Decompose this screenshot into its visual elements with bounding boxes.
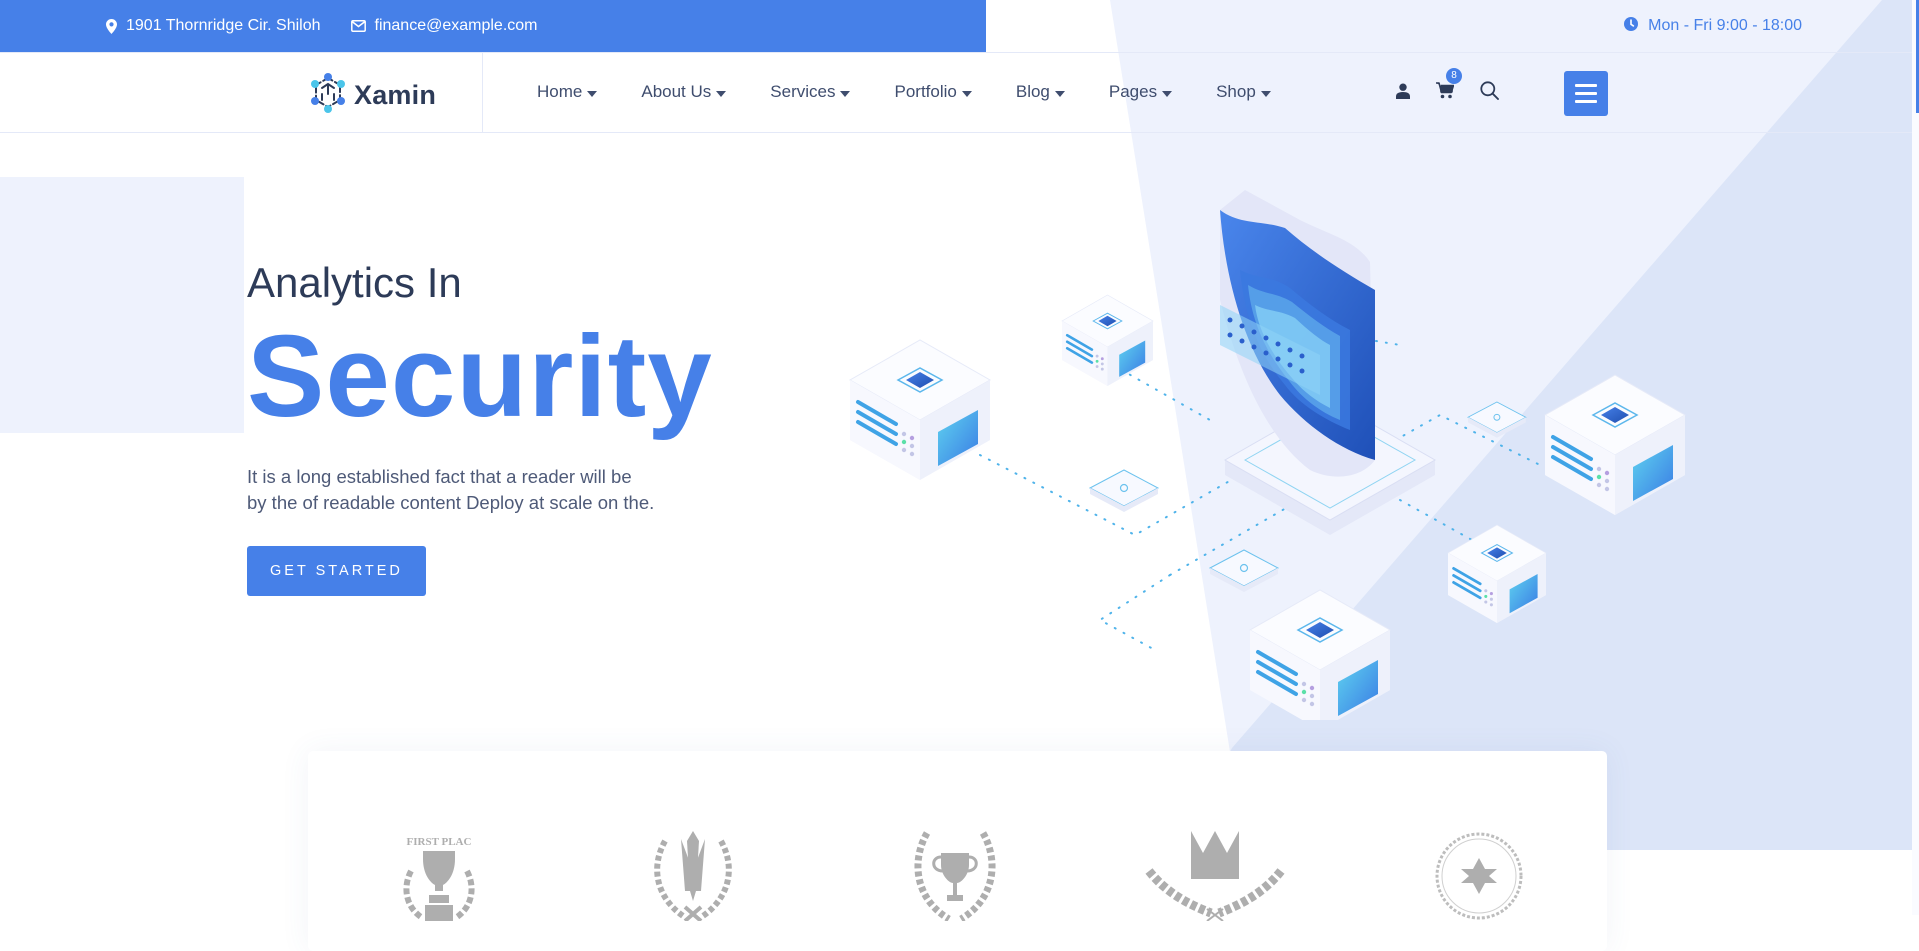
nav-item-label: Home: [537, 82, 583, 101]
caret-down-icon: [961, 90, 972, 97]
search-icon[interactable]: [1480, 81, 1499, 105]
hero-description-line: by the of readable content Deploy at sca…: [247, 492, 655, 513]
hamburger-line: [1575, 92, 1597, 95]
page-scrollbar-track[interactable]: [1912, 0, 1919, 915]
nav-item-portfolio[interactable]: Portfolio: [894, 82, 972, 102]
hamburger-line: [1575, 100, 1597, 103]
hero-left-accent-block: [0, 177, 244, 433]
main-menu: Home About Us Services Portfolio Blog Pa…: [537, 52, 1315, 132]
hexagon-network-logo-icon: [308, 72, 348, 119]
crown-laurel-award: [1145, 831, 1285, 926]
node-pad: [1209, 549, 1279, 593]
nav-item-about-us[interactable]: About Us: [641, 82, 727, 102]
first-place-trophy-award: FIRST PLAC: [393, 831, 485, 926]
cart-icon: [1436, 82, 1455, 103]
star-laurel-award: [643, 831, 743, 926]
map-marker-icon: [106, 18, 117, 34]
hamburger-menu-button[interactable]: [1564, 71, 1608, 116]
address-text: 1901 Thornridge Cir. Shiloh: [126, 17, 321, 34]
brand-name: Xamin: [354, 80, 437, 110]
envelope-icon: [350, 20, 366, 32]
caret-down-icon: [716, 90, 727, 97]
caret-down-icon: [1162, 90, 1173, 97]
nav-item-label: Portfolio: [894, 82, 957, 101]
caret-down-icon: [840, 90, 851, 97]
hero-description: It is a long established fact that a rea…: [247, 464, 747, 516]
trophy-laurel-award: [907, 831, 1003, 926]
clock-icon: [1624, 16, 1639, 36]
hero-section: Analytics In Security It is a long estab…: [247, 262, 747, 596]
nav-item-label: Blog: [1015, 82, 1050, 101]
nav-item-home[interactable]: Home: [537, 82, 598, 102]
cart-count-badge: 8: [1446, 68, 1462, 84]
get-started-button[interactable]: GET STARTED: [247, 546, 426, 596]
email-info[interactable]: finance@example.com: [350, 17, 538, 35]
server-large-bottom: [1248, 588, 1392, 720]
nav-item-pages[interactable]: Pages: [1108, 82, 1173, 102]
top-info-bar: 1901 Thornridge Cir. Shiloh finance@exam…: [0, 0, 986, 52]
nav-item-label: About Us: [641, 82, 712, 101]
cart-button[interactable]: 8: [1436, 68, 1462, 104]
caret-down-icon: [1054, 90, 1065, 97]
hours-text: Mon - Fri 9:00 - 18:00: [1648, 17, 1802, 34]
nav-item-label: Services: [770, 82, 836, 101]
business-hours: Mon - Fri 9:00 - 18:00: [1624, 0, 1802, 52]
server-large-right: [1543, 373, 1687, 517]
caret-down-icon: [1260, 90, 1271, 97]
node-pad: [1467, 401, 1527, 439]
server-small-right: [1446, 523, 1548, 625]
main-navbar: Xamin Home About Us Services Portfolio B…: [0, 52, 1912, 132]
star-chain-seal-award: [1434, 831, 1524, 926]
hero-title: Security: [247, 311, 713, 441]
hero-subtitle: Analytics In: [247, 259, 462, 306]
brand-logo[interactable]: Xamin: [308, 72, 436, 119]
nav-item-services[interactable]: Services: [770, 82, 851, 102]
award-text: FIRST PLAC: [407, 836, 472, 848]
user-icon[interactable]: [1396, 83, 1410, 104]
server-large-left: [848, 338, 992, 482]
node-pad: [1089, 469, 1159, 513]
nav-icon-group: 8: [1396, 68, 1525, 110]
email-link[interactable]: finance@example.com: [375, 17, 538, 35]
nav-item-shop[interactable]: Shop: [1216, 82, 1271, 102]
nav-item-label: Pages: [1108, 82, 1158, 101]
hamburger-line: [1575, 84, 1597, 87]
server-small-top: [1060, 293, 1155, 388]
hero-description-line: It is a long established fact that a rea…: [247, 466, 632, 487]
isometric-security-shield-servers-illustration: [848, 190, 1687, 720]
logo-divider: [482, 52, 483, 132]
nav-item-blog[interactable]: Blog: [1016, 82, 1065, 102]
shield-icon: [1220, 190, 1375, 477]
nav-bottom-divider: [0, 132, 1912, 133]
address-info: 1901 Thornridge Cir. Shiloh: [106, 17, 321, 35]
awards-card: FIRST PLAC: [308, 751, 1607, 951]
caret-down-icon: [587, 90, 598, 97]
nav-item-label: Shop: [1216, 82, 1256, 101]
